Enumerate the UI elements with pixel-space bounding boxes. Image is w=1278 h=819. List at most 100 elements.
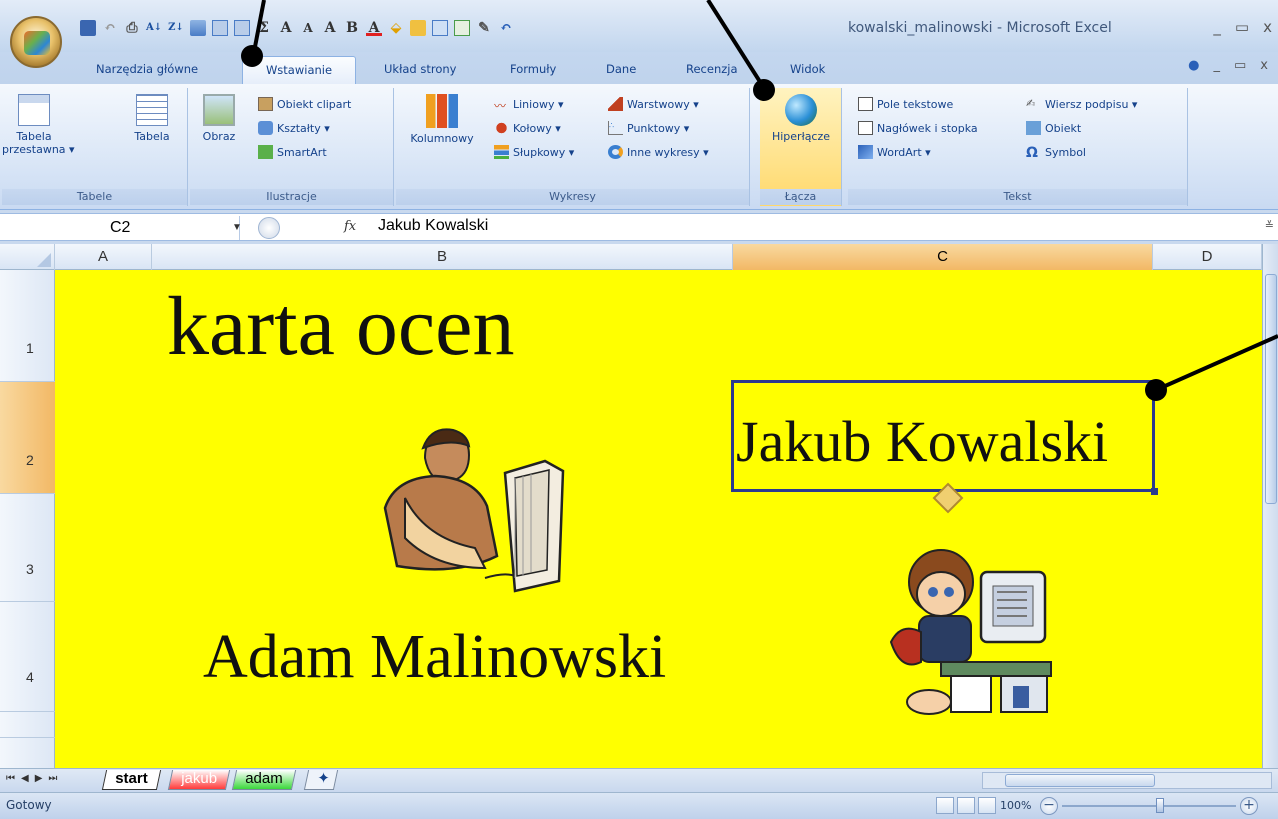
tab-insert[interactable]: Wstawianie	[242, 56, 356, 84]
grid-icon[interactable]	[234, 20, 250, 36]
undo2-icon[interactable]: ↶	[498, 20, 514, 36]
shapes-button[interactable]: Kształty ▾	[258, 118, 330, 138]
table-button[interactable]: Tabela	[122, 94, 182, 143]
column-header-c[interactable]: C	[733, 244, 1153, 270]
worksheet-grid[interactable]: karta ocen Adam Malinowski Jakub Kowalsk…	[55, 270, 1262, 768]
smartart-button[interactable]: SmartArt	[258, 142, 327, 162]
area-chart-button[interactable]: Warstwowy ▾	[608, 94, 699, 114]
tab-formulas[interactable]: Formuły	[504, 56, 562, 84]
normal-view-icon[interactable]	[936, 797, 954, 814]
font-size-small-icon[interactable]: A	[300, 20, 316, 36]
sheet-tab-jakub[interactable]: jakub	[167, 770, 230, 790]
row-header-6[interactable]	[0, 738, 55, 768]
vertical-scrollbar[interactable]	[1262, 244, 1278, 768]
column-header-a[interactable]: A	[55, 244, 152, 270]
minimize-button[interactable]: _	[1213, 18, 1221, 36]
sheet-tab-start[interactable]: start	[101, 770, 161, 790]
select-all-button[interactable]	[0, 244, 55, 270]
doc-minimize-button[interactable]: _	[1214, 58, 1221, 73]
font-size-down-icon[interactable]: A	[322, 20, 338, 36]
row-header-4[interactable]: 4	[0, 602, 55, 712]
zoom-slider-thumb[interactable]	[1156, 798, 1164, 813]
font-size-up-icon[interactable]: A	[278, 20, 294, 36]
page-break-view-icon[interactable]	[978, 797, 996, 814]
zoom-out-button[interactable]: −	[1040, 797, 1058, 815]
draw-icon[interactable]: ✎	[476, 20, 492, 36]
chart-icon[interactable]	[454, 20, 470, 36]
insert-function-button[interactable]: fx	[344, 219, 356, 234]
help-icon[interactable]: ●	[1188, 58, 1199, 73]
clipart-button[interactable]: Obiekt clipart	[258, 94, 351, 114]
sheet-tabs-bar: ⏮ ◀ ▶ ⏭ start jakub adam ✦	[0, 768, 1278, 792]
borders-icon[interactable]	[212, 20, 228, 36]
doc-close-button[interactable]: x	[1260, 58, 1268, 73]
student-name-adam[interactable]: Adam Malinowski	[203, 622, 666, 693]
picture-button[interactable]: Obraz	[194, 94, 244, 143]
pivot-table-button[interactable]: Tabela przestawna ▾	[2, 94, 75, 156]
tab-view[interactable]: Widok	[784, 56, 831, 84]
sort-asc-icon[interactable]: A↓	[146, 20, 162, 36]
column-chart-button[interactable]: Kolumnowy	[400, 94, 484, 145]
formula-input[interactable]: Jakub Kowalski	[378, 217, 488, 235]
print-preview-icon[interactable]: ⎙	[124, 20, 140, 36]
prev-sheet-icon[interactable]: ◀	[21, 773, 29, 784]
vertical-scroll-thumb[interactable]	[1265, 274, 1277, 504]
font-color-icon[interactable]: A	[366, 20, 382, 36]
horizontal-scroll-thumb[interactable]	[1005, 774, 1155, 787]
other-charts-button[interactable]: Inne wykresy ▾	[608, 142, 709, 162]
other-charts-label: Inne wykresy ▾	[627, 145, 709, 159]
scatter-chart-button[interactable]: ∴ Punktowy ▾	[608, 118, 689, 138]
tab-home[interactable]: Narzędzia główne	[90, 56, 204, 84]
name-box[interactable]: C2 ▼	[0, 216, 242, 240]
symbol-button[interactable]: Ω Symbol	[1026, 142, 1086, 162]
insert-grid-icon[interactable]	[432, 20, 448, 36]
bold-icon[interactable]: B	[344, 20, 360, 36]
last-sheet-icon[interactable]: ⏭	[48, 773, 57, 784]
fill-handle[interactable]	[1151, 488, 1158, 495]
table-icon[interactable]	[190, 20, 206, 36]
title-bar: ↶ ⎙ A↓ Z↓ Σ A A A B A ⬙ ✎ ↶ kowalski_mal…	[0, 0, 1278, 52]
tab-page-layout[interactable]: Układ strony	[378, 56, 462, 84]
wordart-button[interactable]: WordArt ▾	[858, 142, 931, 162]
next-sheet-icon[interactable]: ▶	[35, 773, 43, 784]
signature-line-button[interactable]: ✍ Wiersz podpisu ▾	[1026, 94, 1137, 114]
restore-button[interactable]: ▭	[1235, 18, 1249, 36]
expand-formula-bar-icon[interactable]: ≚	[1265, 219, 1274, 232]
zoom-level[interactable]: 100%	[1000, 799, 1031, 812]
bar-chart-button[interactable]: Słupkowy ▾	[494, 142, 574, 162]
sheet-tab-adam[interactable]: adam	[231, 770, 296, 790]
undo-icon[interactable]: ↶	[102, 20, 118, 36]
first-sheet-icon[interactable]: ⏮	[6, 773, 15, 784]
row-header-3[interactable]: 3	[0, 494, 55, 602]
close-button[interactable]: x	[1263, 18, 1272, 36]
column-header-b[interactable]: B	[152, 244, 733, 270]
zoom-in-button[interactable]: +	[1240, 797, 1258, 815]
row-header-5[interactable]	[0, 712, 55, 738]
tab-review[interactable]: Recenzja	[680, 56, 744, 84]
paste-options-icon[interactable]	[931, 482, 965, 516]
row-header-1[interactable]: 1	[0, 270, 55, 382]
textbox-button[interactable]: Pole tekstowe	[858, 94, 953, 114]
insert-sheet-button[interactable]: ✦	[303, 770, 339, 790]
save-icon[interactable]	[80, 20, 96, 36]
zoom-slider-track[interactable]	[1062, 805, 1236, 807]
header-footer-button[interactable]: Nagłówek i stopka	[858, 118, 978, 138]
object-button[interactable]: Obiekt	[1026, 118, 1081, 138]
row-header-2[interactable]: 2	[0, 382, 55, 494]
hyperlink-button[interactable]: Hiperłącze	[762, 94, 840, 143]
doc-restore-button[interactable]: ▭	[1234, 58, 1246, 73]
fill-color-icon[interactable]: ⬙	[388, 20, 404, 36]
sum-icon[interactable]: Σ	[256, 20, 272, 36]
student-name-jakub[interactable]: Jakub Kowalski	[736, 408, 1108, 475]
column-header-d[interactable]: D	[1153, 244, 1262, 270]
tab-data[interactable]: Dane	[600, 56, 642, 84]
line-chart-button[interactable]: 〰 Liniowy ▾	[494, 94, 563, 114]
office-button[interactable]	[10, 16, 62, 68]
pie-chart-button[interactable]: Kołowy ▾	[494, 118, 561, 138]
folder-icon[interactable]	[410, 20, 426, 36]
page-layout-view-icon[interactable]	[957, 797, 975, 814]
cancel-formula-icon[interactable]	[258, 217, 280, 239]
name-box-dropdown-icon[interactable]: ▼	[232, 216, 242, 240]
sort-desc-icon[interactable]: Z↓	[168, 20, 184, 36]
horizontal-scrollbar[interactable]	[982, 772, 1272, 789]
